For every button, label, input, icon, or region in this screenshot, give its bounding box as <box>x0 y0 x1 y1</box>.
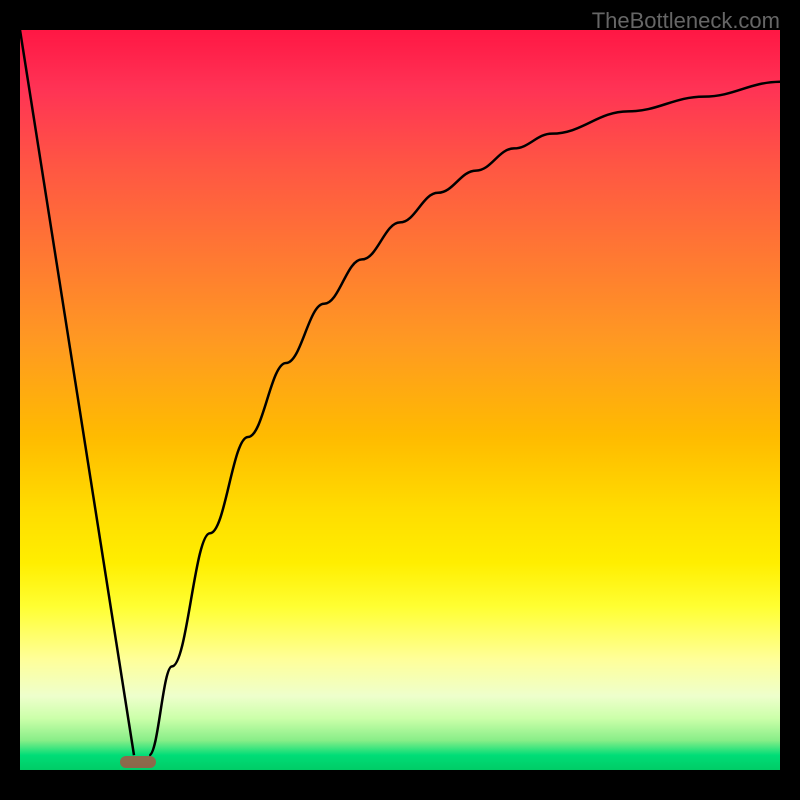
left-line-path <box>20 30 134 755</box>
min-point-marker <box>120 756 156 768</box>
right-curve-path <box>149 82 780 755</box>
watermark-text: TheBottleneck.com <box>592 8 780 34</box>
chart-curves <box>20 30 780 770</box>
chart-area <box>20 30 780 770</box>
